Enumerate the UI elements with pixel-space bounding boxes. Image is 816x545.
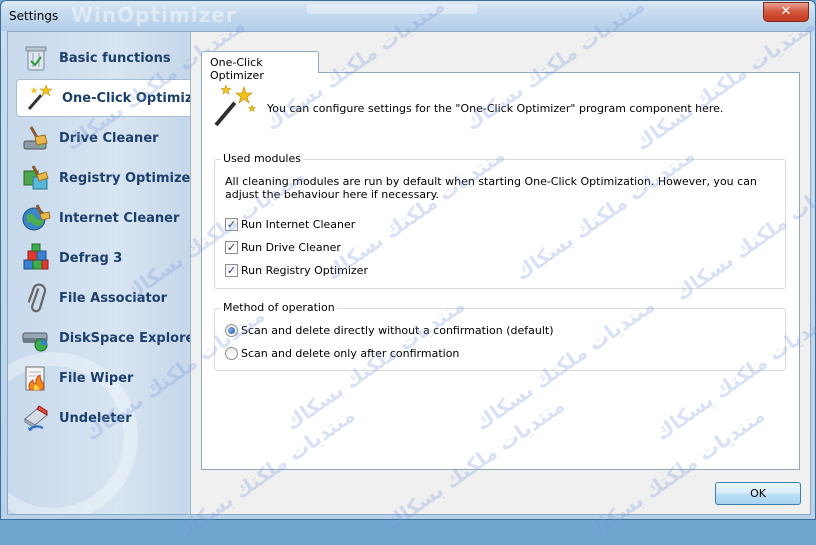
client-area: Basic functions One-Click Optimizer Driv… <box>7 0 816 545</box>
settings-window: WinOptimizer Settings ✕ Basic functions … <box>0 0 816 545</box>
sidebar-item-file-associator[interactable]: File Associator <box>14 279 190 317</box>
checkbox-box[interactable]: ✓ <box>225 218 238 231</box>
globe-broom-icon <box>20 202 52 234</box>
tab-one-click-optimizer[interactable]: One-Click Optimizer <box>201 51 319 82</box>
radio-selected-dot <box>228 327 235 334</box>
sidebar-item-file-wiper[interactable]: File Wiper <box>14 359 190 397</box>
fire-file-icon <box>20 362 52 394</box>
trash-icon <box>20 42 52 74</box>
checkbox-box[interactable]: ✓ <box>225 264 238 277</box>
checkbox-label: Run Internet Cleaner <box>241 218 356 231</box>
used-modules-group: Used modules All cleaning modules are ru… <box>214 152 786 289</box>
run-internet-cleaner-checkbox[interactable]: ✓ Run Internet Cleaner <box>225 218 355 231</box>
checkbox-label: Run Registry Optimizer <box>241 264 368 277</box>
checkbox-label: Run Drive Cleaner <box>241 241 341 254</box>
run-registry-optimizer-checkbox[interactable]: ✓ Run Registry Optimizer <box>225 264 368 277</box>
radio-label: Scan and delete directly without a confi… <box>241 324 554 337</box>
sidebar-item-drive-cleaner[interactable]: Drive Cleaner <box>14 119 190 157</box>
disk-chart-icon <box>20 322 52 354</box>
check-mark-icon: ✓ <box>226 241 237 254</box>
sidebar-item-defrag-3[interactable]: Defrag 3 <box>14 239 190 277</box>
sidebar-item-label: One-Click Optimizer <box>62 90 190 106</box>
sidebar-item-label: Drive Cleaner <box>59 130 159 146</box>
radio-label: Scan and delete only after confirmation <box>241 347 460 360</box>
check-mark-icon: ✓ <box>226 264 237 277</box>
used-modules-title: Used modules <box>221 152 303 165</box>
paperclip-icon <box>20 282 52 314</box>
title-ghost-text: WinOptimizer <box>71 3 237 27</box>
sidebar: Basic functions One-Click Optimizer Driv… <box>8 32 191 514</box>
broom-drive-icon <box>20 122 52 154</box>
sidebar-item-undeleter[interactable]: Undeleter <box>14 399 190 437</box>
scan-delete-after-confirmation-radio[interactable]: Scan and delete only after confirmation <box>225 347 459 360</box>
sidebar-item-label: Registry Optimizer <box>59 170 191 186</box>
title-ghost-bar <box>307 4 477 14</box>
eraser-undo-icon <box>20 402 52 434</box>
blocks-icon <box>20 242 52 274</box>
magic-wand-icon <box>23 82 55 114</box>
sidebar-item-label: Defrag 3 <box>59 250 123 266</box>
sidebar-item-internet-cleaner[interactable]: Internet Cleaner <box>14 199 190 237</box>
sidebar-item-one-click-optimizer[interactable]: One-Click Optimizer <box>16 79 190 117</box>
sidebar-item-label: Undeleter <box>59 410 132 426</box>
sidebar-item-label: File Wiper <box>59 370 134 386</box>
close-button[interactable]: ✕ <box>763 2 809 22</box>
magic-wand-large-icon <box>212 83 258 129</box>
sidebar-item-label: Basic functions <box>59 50 171 66</box>
ok-button[interactable]: OK <box>715 482 801 505</box>
method-of-operation-group: Method of operation Scan and delete dire… <box>214 301 786 371</box>
sidebar-item-label: Internet Cleaner <box>59 210 180 226</box>
window-title: Settings <box>9 9 59 23</box>
registry-cubes-icon <box>20 162 52 194</box>
sidebar-item-basic-functions[interactable]: Basic functions <box>14 39 190 77</box>
title-bar[interactable]: WinOptimizer Settings ✕ <box>1 1 815 31</box>
sidebar-item-label: File Associator <box>59 290 168 306</box>
check-mark-icon: ✓ <box>226 218 237 231</box>
radio-circle[interactable] <box>225 347 238 360</box>
tab-panel: You can configure settings for the "One-… <box>201 72 800 470</box>
scan-delete-directly-radio[interactable]: Scan and delete directly without a confi… <box>225 324 554 337</box>
intro-description: You can configure settings for the "One-… <box>267 102 724 115</box>
sidebar-item-diskspace-explorer[interactable]: DiskSpace Explorer <box>14 319 190 357</box>
sidebar-item-label: DiskSpace Explorer <box>59 330 191 346</box>
method-of-operation-title: Method of operation <box>221 301 337 314</box>
sidebar-item-registry-optimizer[interactable]: Registry Optimizer <box>14 159 190 197</box>
used-modules-description: All cleaning modules are run by default … <box>225 175 757 201</box>
radio-circle[interactable] <box>225 324 238 337</box>
checkbox-box[interactable]: ✓ <box>225 241 238 254</box>
close-icon: ✕ <box>780 4 792 19</box>
run-drive-cleaner-checkbox[interactable]: ✓ Run Drive Cleaner <box>225 241 341 254</box>
